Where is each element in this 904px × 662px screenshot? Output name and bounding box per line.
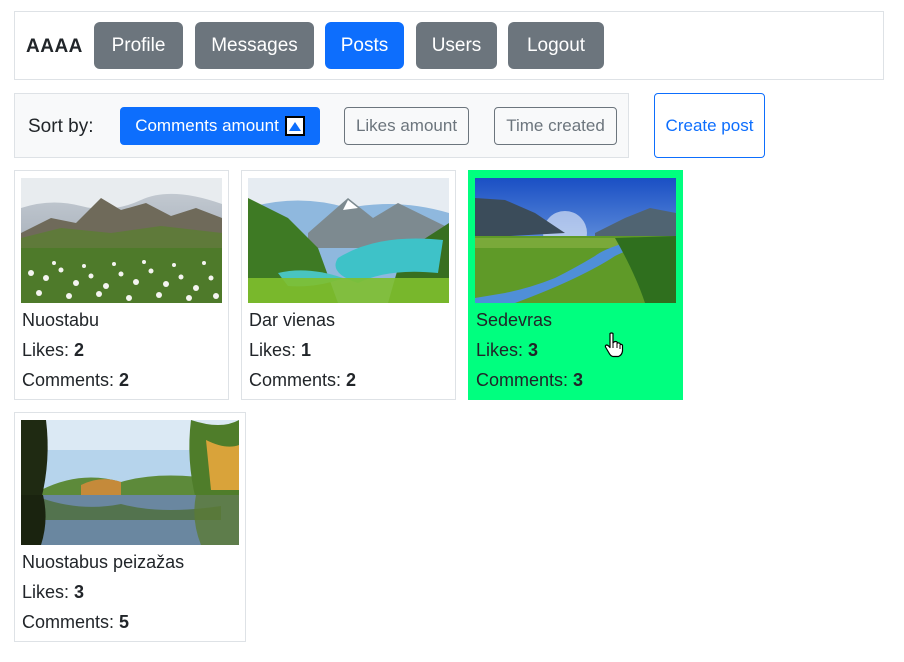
sort-label: Sort by: (28, 116, 94, 137)
comments-count: 3 (573, 370, 584, 390)
comments-count: 2 (119, 370, 130, 390)
likes-label: Likes: (22, 340, 70, 360)
post-likes: Likes: 3 (22, 582, 84, 603)
likes-count: 2 (74, 340, 85, 360)
sort-time-button[interactable]: Time created (494, 107, 617, 145)
likes-count: 3 (528, 340, 539, 360)
post-card[interactable]: Nuostabu Likes: 2 Comments: 2 (14, 170, 229, 400)
comments-count: 5 (119, 612, 130, 632)
likes-count: 1 (301, 340, 312, 360)
post-image-river-valley (475, 178, 676, 303)
post-title: Nuostabu (22, 310, 100, 330)
sort-likes-button[interactable]: Likes amount (344, 107, 469, 145)
post-card[interactable]: Nuostabus peizažas Likes: 3 Comments: 5 (14, 412, 246, 642)
brand: AAAA (26, 36, 83, 57)
likes-label: Likes: (249, 340, 297, 360)
sort-comments-button[interactable]: Comments amount (120, 107, 320, 145)
post-title: Sedevras (476, 310, 553, 330)
post-image-lake-reflection (21, 420, 239, 545)
post-comments: Comments: 5 (22, 612, 129, 633)
comments-label: Comments: (476, 370, 569, 390)
post-likes: Likes: 2 (22, 340, 84, 361)
nav-logout-button[interactable]: Logout (508, 22, 604, 69)
create-post-button[interactable]: Create post (654, 93, 765, 158)
likes-count: 3 (74, 582, 85, 602)
sort-ascending-icon (284, 116, 305, 136)
post-card[interactable]: Dar vienas Likes: 1 Comments: 2 (241, 170, 456, 400)
post-comments: Comments: 2 (22, 370, 129, 391)
sort-comments-label: Comments amount (135, 116, 279, 135)
post-likes: Likes: 3 (476, 340, 538, 361)
comments-label: Comments: (249, 370, 342, 390)
nav-messages-button[interactable]: Messages (195, 22, 314, 69)
comments-label: Comments: (22, 370, 115, 390)
comments-count: 2 (346, 370, 357, 390)
comments-label: Comments: (22, 612, 115, 632)
nav-posts-button[interactable]: Posts (325, 22, 404, 69)
post-comments: Comments: 2 (249, 370, 356, 391)
sort-bar: Sort by: Comments amount Likes amount Ti… (14, 93, 629, 158)
likes-label: Likes: (476, 340, 524, 360)
post-title: Nuostabus peizažas (22, 552, 185, 572)
nav-users-button[interactable]: Users (416, 22, 497, 69)
navbar: AAAA Profile Messages Posts Users Logout (14, 11, 884, 80)
post-title: Dar vienas (249, 310, 336, 330)
post-image-mountain-meadow (21, 178, 222, 303)
hand-pointer-cursor-icon (604, 332, 624, 363)
post-image-lake-valley (248, 178, 449, 303)
likes-label: Likes: (22, 582, 70, 602)
post-comments: Comments: 3 (476, 370, 583, 391)
post-card-highlighted[interactable]: Sedevras Likes: 3 Comments: 3 (468, 170, 683, 400)
post-likes: Likes: 1 (249, 340, 311, 361)
nav-profile-button[interactable]: Profile (94, 22, 183, 69)
